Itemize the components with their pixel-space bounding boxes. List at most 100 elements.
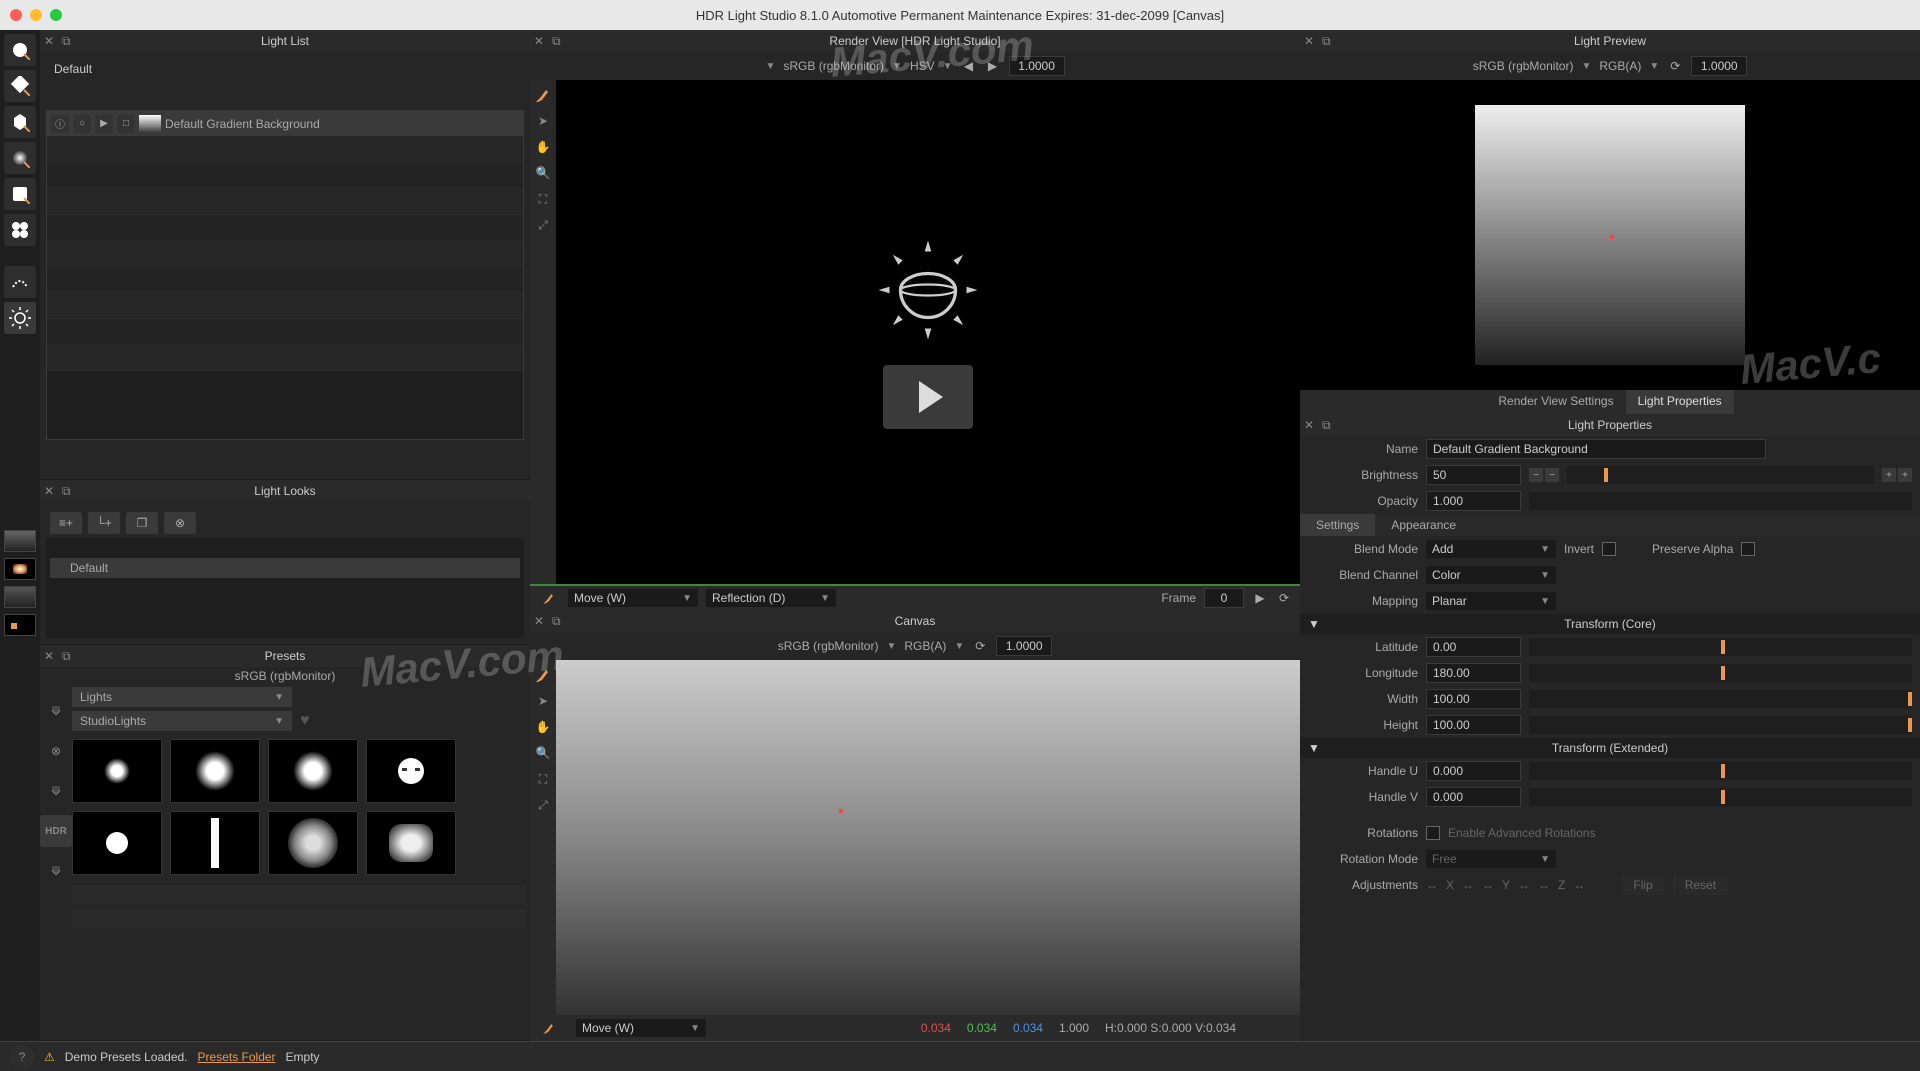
dock-thumb-2[interactable]	[4, 558, 36, 580]
dock-thumb-4[interactable]	[4, 614, 36, 636]
popout-icon[interactable]: ⧉	[1322, 418, 1336, 432]
opacity-input[interactable]	[1426, 491, 1521, 511]
render-mode[interactable]: HSV	[910, 59, 935, 73]
brightness-slider[interactable]	[1567, 466, 1874, 484]
close-icon[interactable]: ✕	[44, 34, 58, 48]
plus-btn[interactable]: +	[1898, 468, 1912, 482]
tool-sun[interactable]	[4, 302, 36, 334]
canvas-viewport[interactable]	[556, 660, 1300, 1015]
tool-flat-light[interactable]	[4, 178, 36, 210]
zoom-tool[interactable]: 🔍	[532, 162, 554, 184]
look-item[interactable]: Default	[50, 558, 520, 578]
preset-thumb[interactable]	[268, 739, 358, 803]
brush-tool[interactable]	[532, 84, 554, 106]
add-look-btn[interactable]: ≡+	[50, 512, 82, 534]
close-icon[interactable]: ✕	[44, 649, 58, 663]
opacity-slider[interactable]	[1529, 492, 1912, 510]
refresh-btn[interactable]: ⟳	[972, 637, 988, 655]
preserve-alpha-checkbox[interactable]	[1741, 542, 1755, 556]
axis-x[interactable]: X	[1446, 878, 1454, 892]
solo-icon[interactable]: ▶	[95, 115, 113, 133]
close-icon[interactable]: ✕	[534, 34, 548, 48]
light-name[interactable]: Default Gradient Background	[165, 117, 320, 131]
tool-composite[interactable]	[4, 214, 36, 246]
pointer-tool[interactable]: ➤	[532, 110, 554, 132]
tab-rv-settings[interactable]: Render View Settings	[1486, 390, 1625, 414]
info-icon[interactable]: ⓘ	[51, 115, 69, 133]
help-button[interactable]: ?	[10, 1045, 34, 1069]
popout-icon[interactable]: ⧉	[62, 34, 76, 48]
preview-channels[interactable]: RGB(A)	[1599, 59, 1641, 73]
duplicate-look-btn[interactable]: ❐	[126, 512, 158, 534]
width-slider[interactable]	[1529, 690, 1912, 708]
mode-dropdown[interactable]: Reflection (D)▼	[706, 589, 836, 607]
preset-thumb[interactable]	[170, 739, 260, 803]
render-exposure[interactable]	[1009, 56, 1065, 76]
preview-viewport[interactable]	[1300, 80, 1920, 390]
preset-thumb[interactable]	[72, 739, 162, 803]
preset-thumb[interactable]	[366, 739, 456, 803]
minimize-window-btn[interactable]	[30, 9, 42, 21]
height-slider[interactable]	[1529, 716, 1912, 734]
longitude-input[interactable]	[1426, 663, 1521, 683]
frame-input[interactable]	[1204, 588, 1244, 608]
preset-subcategory-dropdown[interactable]: StudioLights▼	[72, 711, 292, 731]
invert-checkbox[interactable]	[1602, 542, 1616, 556]
brush-tool[interactable]	[532, 664, 554, 686]
axis-z[interactable]: Z	[1558, 878, 1565, 892]
handle-v-slider[interactable]	[1529, 788, 1912, 806]
rotation-mode-select[interactable]: Free▼	[1426, 850, 1556, 868]
popout-icon[interactable]: ⧉	[552, 34, 566, 48]
tool-gradient-light[interactable]	[4, 142, 36, 174]
section-core[interactable]: ▼Transform (Core)	[1300, 614, 1920, 634]
expand-tool[interactable]: ⤢	[532, 214, 554, 236]
preset-category-dropdown[interactable]: Lights▼	[72, 687, 292, 707]
fit-tool[interactable]: ⛶	[532, 768, 554, 790]
popout-icon[interactable]: ⧉	[62, 649, 76, 663]
canvas-tool-dropdown[interactable]: Move (W)▼	[576, 1019, 706, 1037]
preset-thumb[interactable]	[170, 811, 260, 875]
tool-round-light[interactable]	[4, 34, 36, 66]
preview-exposure[interactable]	[1691, 56, 1747, 76]
loop-btn[interactable]: ⟳	[1276, 589, 1292, 607]
close-icon[interactable]: ✕	[1304, 418, 1318, 432]
appearance-tab[interactable]: Appearance	[1375, 514, 1472, 536]
render-colorspace[interactable]: sRGB (rgbMonitor)	[783, 59, 884, 73]
preset-thumb[interactable]	[72, 811, 162, 875]
play-button[interactable]	[883, 365, 973, 429]
preset-thumb[interactable]	[268, 811, 358, 875]
next-btn[interactable]: ▶	[985, 57, 1001, 75]
refresh-btn[interactable]: ⟳	[1667, 57, 1683, 75]
flip-button[interactable]: Flip	[1621, 875, 1664, 895]
visibility-icon[interactable]: ○	[73, 115, 91, 133]
handle-v-input[interactable]	[1426, 787, 1521, 807]
handle-u-slider[interactable]	[1529, 762, 1912, 780]
expand-tool[interactable]: ⤢	[532, 794, 554, 816]
height-input[interactable]	[1426, 715, 1521, 735]
favorite-icon[interactable]: ♥	[300, 712, 310, 730]
popout-icon[interactable]: ⧉	[1322, 34, 1336, 48]
mapping-select[interactable]: Planar▼	[1426, 592, 1556, 610]
presets-folder-link[interactable]: Presets Folder	[198, 1050, 276, 1064]
canvas-exposure[interactable]	[996, 636, 1052, 656]
popout-icon[interactable]: ⧉	[62, 484, 76, 498]
tool-hex-light[interactable]	[4, 106, 36, 138]
play-frame-btn[interactable]: ▶	[1252, 589, 1268, 607]
zoom-tool[interactable]: 🔍	[532, 742, 554, 764]
delete-look-btn[interactable]: ⊗	[164, 512, 196, 534]
scene-name[interactable]: Default	[46, 58, 524, 80]
close-icon[interactable]: ✕	[44, 484, 58, 498]
latitude-input[interactable]	[1426, 637, 1521, 657]
minus-btn[interactable]: −	[1545, 468, 1559, 482]
add-folder-btn[interactable]: └+	[88, 512, 120, 534]
prev-btn[interactable]: ◀	[961, 57, 977, 75]
axis-y[interactable]: Y	[1502, 878, 1510, 892]
transform-tool-dropdown[interactable]: Move (W)▼	[568, 589, 698, 607]
close-icon[interactable]: ✕	[534, 614, 548, 628]
close-window-btn[interactable]	[10, 9, 22, 21]
width-input[interactable]	[1426, 689, 1521, 709]
light-row[interactable]: ⓘ ○ ▶ □ Default Gradient Background	[47, 111, 523, 137]
popout-icon[interactable]: ⧉	[552, 614, 566, 628]
preview-colorspace[interactable]: sRGB (rgbMonitor)	[1473, 59, 1574, 73]
settings-tab[interactable]: Settings	[1300, 514, 1375, 536]
